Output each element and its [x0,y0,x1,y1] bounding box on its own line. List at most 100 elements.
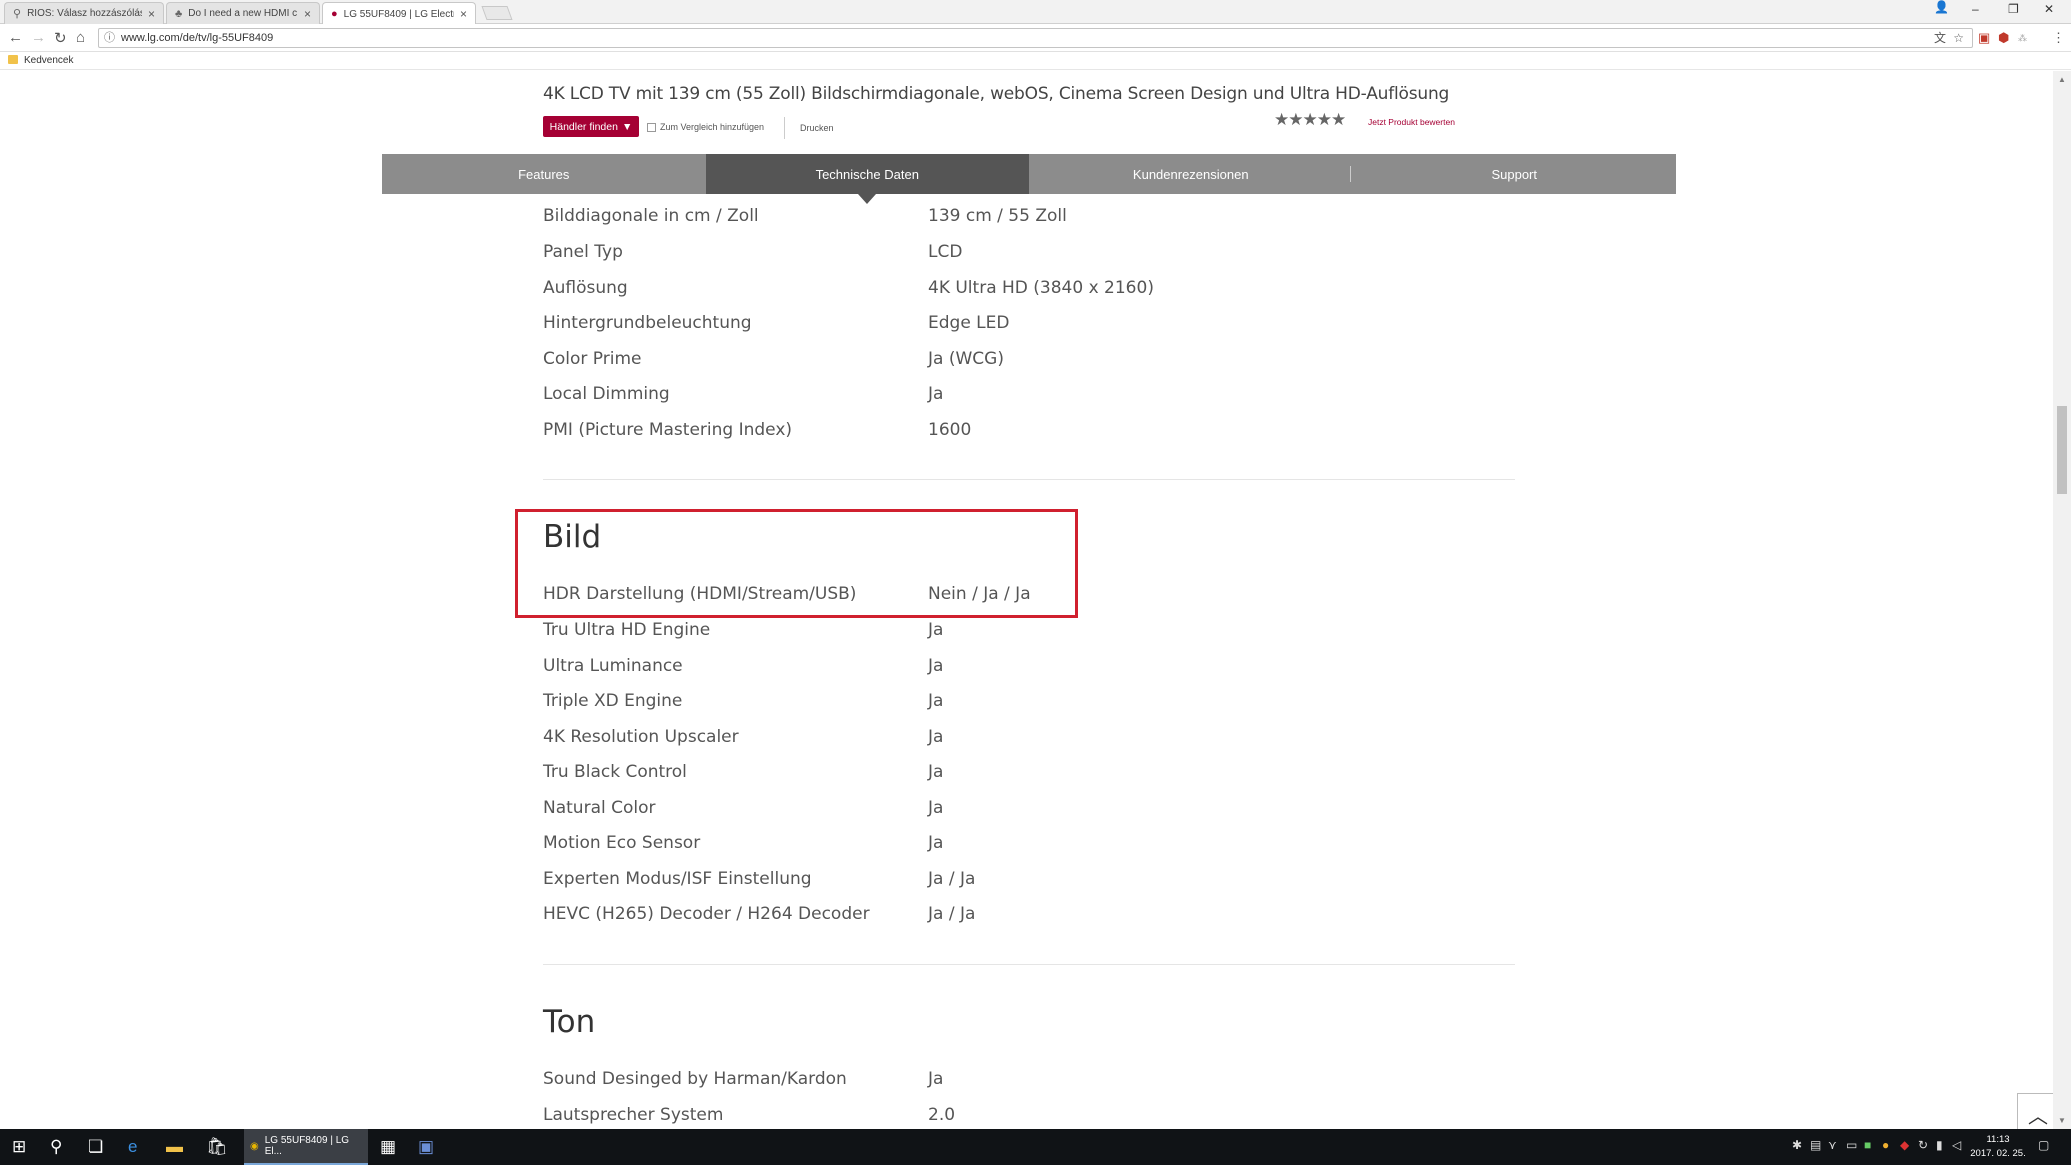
spec-value: Ja / Ja [928,904,976,924]
save-app-icon[interactable]: ▣ [418,1137,434,1157]
task-view-icon[interactable]: ❏ [88,1137,103,1157]
spec-key: Auflösung [543,278,628,298]
tab-kundenrezensionen[interactable]: Kundenrezensionen [1029,154,1353,194]
spec-key: Sound Desinged by Harman/Kardon [543,1069,847,1089]
spec-key: Color Prime [543,349,642,369]
restore-icon[interactable]: ❐ [2008,2,2019,16]
address-bar[interactable]: ⓘ www.lg.com/de/tv/lg-55UF8409 文 ☆ [98,28,1973,48]
spec-row: Hintergrundbeleuchtung Edge LED [543,313,1543,337]
scroll-up-arrow-icon[interactable]: ▲ [2058,75,2066,84]
spec-row: Bilddiagonale in cm / Zoll 139 cm / 55 Zo… [543,206,1543,230]
edge-browser-icon[interactable]: e [128,1137,137,1157]
spec-key: 4K Resolution Upscaler [543,727,739,747]
calendar-app-icon[interactable]: ▦ [380,1137,396,1157]
section-divider [543,479,1515,480]
close-icon[interactable]: × [304,7,311,21]
extension-icon[interactable]: ▣ [1978,30,1990,46]
menu-icon[interactable]: ⋮ [2052,30,2065,46]
web-page: 4K LCD TV mit 139 cm (55 Zoll) Bildschir… [0,71,2071,1129]
spec-key: HDR Darstellung (HDMI/Stream/USB) [543,584,857,604]
spec-value: Nein / Ja / Ja [928,584,1031,604]
spec-value: 4K Ultra HD (3840 x 2160) [928,278,1154,298]
spec-key: Local Dimming [543,384,670,404]
reload-icon[interactable]: ↻ [54,29,67,47]
translate-icon[interactable]: 文 [1934,29,1946,47]
chevron-up-icon: ︿ [2028,1105,2048,1128]
spec-value: Ja [928,691,944,711]
back-icon[interactable]: ← [8,29,23,46]
store-icon[interactable]: 🛍 [206,1137,228,1157]
spec-key: Ultra Luminance [543,656,683,676]
scroll-down-arrow-icon[interactable]: ▼ [2058,1116,2066,1125]
tray-update-icon[interactable]: ↻ [1918,1138,1928,1152]
tray-green-icon[interactable]: ■ [1864,1138,1871,1152]
page-info-icon[interactable]: ⓘ [104,29,115,47]
home-icon[interactable]: ⌂ [76,29,85,46]
tab-label: Technische Daten [815,166,919,182]
tab-support[interactable]: Support [1353,154,1677,194]
taskbar-app-chrome[interactable]: ◉ LG 55UF8409 | LG El... [244,1129,368,1165]
tab-technische-daten[interactable]: Technische Daten [705,154,1029,204]
close-icon[interactable]: × [460,7,467,21]
forward-icon[interactable]: → [31,29,46,46]
divider [784,117,785,139]
browser-tab-3[interactable]: ● LG 55UF8409 | LG Electr × [322,2,476,25]
bookmark-star-icon[interactable]: ☆ [1953,29,1964,47]
compare-checkbox[interactable]: Zum Vergleich hinzufügen [647,122,764,132]
tray-network-icon[interactable]: ✱ [1792,1138,1802,1152]
spec-row: Natural Color Ja [543,798,1543,822]
address-url: www.lg.com/de/tv/lg-55UF8409 [121,32,274,44]
spec-row: 4K Resolution Upscaler Ja [543,727,1543,751]
action-center-icon[interactable]: ▢ [2038,1138,2049,1152]
checkbox-icon[interactable] [647,122,656,132]
forum-icon: ♣ [175,7,183,20]
spec-key: Natural Color [543,798,656,818]
tray-app-icon[interactable]: ▤ [1810,1138,1821,1152]
minimize-icon[interactable]: – [1972,2,1979,16]
spec-value: 2.0 [928,1105,956,1125]
bookmark-folder[interactable]: Kedvencek [24,55,73,66]
caret-down-icon: ▼ [621,120,633,133]
profile-icon[interactable]: 👤 [1934,0,1949,14]
spec-row: Panel Typ LCD [543,242,1543,266]
close-window-icon[interactable]: ✕ [2044,2,2054,16]
page-scrollbar[interactable]: ▲ ▼ [2053,71,2071,1129]
rating-stars: ★★★★★ [1274,110,1346,130]
file-explorer-icon[interactable]: ▬ [166,1137,183,1157]
bookmarks-bar: Kedvencek [0,52,2071,70]
tab-features[interactable]: Features [382,154,706,194]
tray-volume-icon[interactable]: ◁ [1952,1138,1961,1152]
tray-wifi-icon[interactable]: ⋎ [1828,1138,1837,1152]
tray-device-icon[interactable]: ▭ [1846,1138,1857,1152]
spec-key: HEVC (H265) Decoder / H264 Decoder [543,904,870,924]
tab-label: Support [1491,166,1538,182]
taskbar-clock[interactable]: 11:13 2017. 02. 25. [1968,1133,2028,1161]
adblock-icon[interactable]: ⬢ [1998,30,2009,46]
tab-label: Features [518,166,570,182]
browser-tab-1[interactable]: ⚲ RIOS: Válasz hozzászólás × [4,2,164,24]
spec-value: Ja [928,384,944,404]
spec-row: Ultra Luminance Ja [543,656,1543,680]
spec-row: PMI (Picture Mastering Index) 1600 [543,420,1543,444]
scroll-thumb[interactable] [2057,406,2067,494]
tray-red-icon[interactable]: ◆ [1900,1138,1909,1152]
tray-orange-icon[interactable]: ● [1882,1138,1889,1152]
spec-key: Triple XD Engine [543,691,683,711]
search-icon: ⚲ [13,8,22,20]
spec-row: Experten Modus/ISF Einstellung Ja / Ja [543,869,1543,893]
browser-tab-2[interactable]: ♣ Do I need a new HDMI c × [166,2,320,24]
new-tab-button[interactable] [481,6,513,20]
compare-label: Zum Vergleich hinzufügen [660,122,765,132]
browser-tab-strip: ⚲ RIOS: Válasz hozzászólás × ♣ Do I need… [0,0,2071,25]
close-icon[interactable]: × [148,7,155,21]
language-icon[interactable]: ⁂ [2018,33,2027,44]
print-link[interactable]: Drucken [800,123,834,133]
taskbar-app-title: LG 55UF8409 | LG El... [264,1135,350,1157]
windows-start-icon[interactable]: ⊞ [12,1137,26,1157]
rate-product-link[interactable]: Jetzt Produkt bewerten [1368,117,1455,127]
product-tab-nav: Features Technische Daten Kundenrezensio… [382,154,1677,204]
spec-key: Hintergrundbeleuchtung [543,313,752,333]
find-dealer-button[interactable]: Händler finden ▼ [543,116,639,137]
search-icon[interactable]: ⚲ [50,1137,62,1157]
tray-power-icon[interactable]: ▮ [1936,1138,1943,1152]
